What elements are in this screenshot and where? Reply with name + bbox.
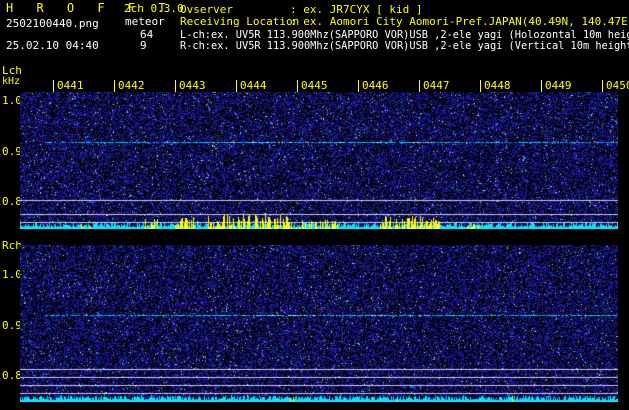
- time-tick-label: 0449: [545, 79, 572, 92]
- time-tick-label: 0441: [57, 79, 84, 92]
- lch-spectrogram: [20, 92, 618, 229]
- time-tick-mark: [358, 80, 359, 92]
- time-tick-label: 0446: [362, 79, 389, 92]
- rch-count: 9: [140, 39, 147, 52]
- time-tick-label: 0443: [179, 79, 206, 92]
- rch-spectrogram: [20, 245, 618, 402]
- rch-ytick-0-9: 0.9: [2, 319, 22, 332]
- datetime-label: 25.02.10 04:40: [6, 39, 99, 52]
- type-label: meteor: [125, 15, 165, 28]
- rch-ytick-0-8: 0.8: [2, 369, 22, 382]
- time-tick-mark: [419, 80, 420, 92]
- lch-spectrogram-canvas: [20, 92, 618, 229]
- time-tick-label: 0445: [301, 79, 328, 92]
- time-tick-label: 0444: [240, 79, 267, 92]
- time-tick-mark: [53, 80, 54, 92]
- location-label: Receiving Location: [180, 15, 300, 28]
- time-tick-label: 0442: [118, 79, 145, 92]
- time-tick-label: 0447: [423, 79, 450, 92]
- rch-ytick-1-0: 1.0: [2, 268, 22, 281]
- lch-ytick-1-0: 1.0: [2, 94, 22, 107]
- time-tick-mark: [602, 80, 603, 92]
- mode-label: 2ch 0.3.0: [124, 2, 184, 15]
- time-tick-mark: [297, 80, 298, 92]
- time-tick-label: 0448: [484, 79, 511, 92]
- time-tick-label: 0450: [606, 79, 629, 92]
- lch-unit: kHz: [2, 76, 21, 87]
- lch-ytick-0-8: 0.8: [2, 195, 22, 208]
- rch-spectrogram-canvas: [20, 245, 618, 402]
- time-tick-mark: [236, 80, 237, 92]
- rch-label: Rch: [2, 239, 22, 252]
- time-tick-mark: [114, 80, 115, 92]
- time-tick-mark: [175, 80, 176, 92]
- rch-description: R-ch:ex. UV5R 113.900Mhz(SAPPORO VOR)USB…: [180, 40, 629, 52]
- time-tick-mark: [541, 80, 542, 92]
- time-tick-mark: [480, 80, 481, 92]
- filename-label: 2502100440.png: [6, 17, 99, 30]
- location-value: : ex. Aomori City Aomori-Pref.JAPAN(40.4…: [290, 15, 629, 28]
- lch-ytick-0-9: 0.9: [2, 145, 22, 158]
